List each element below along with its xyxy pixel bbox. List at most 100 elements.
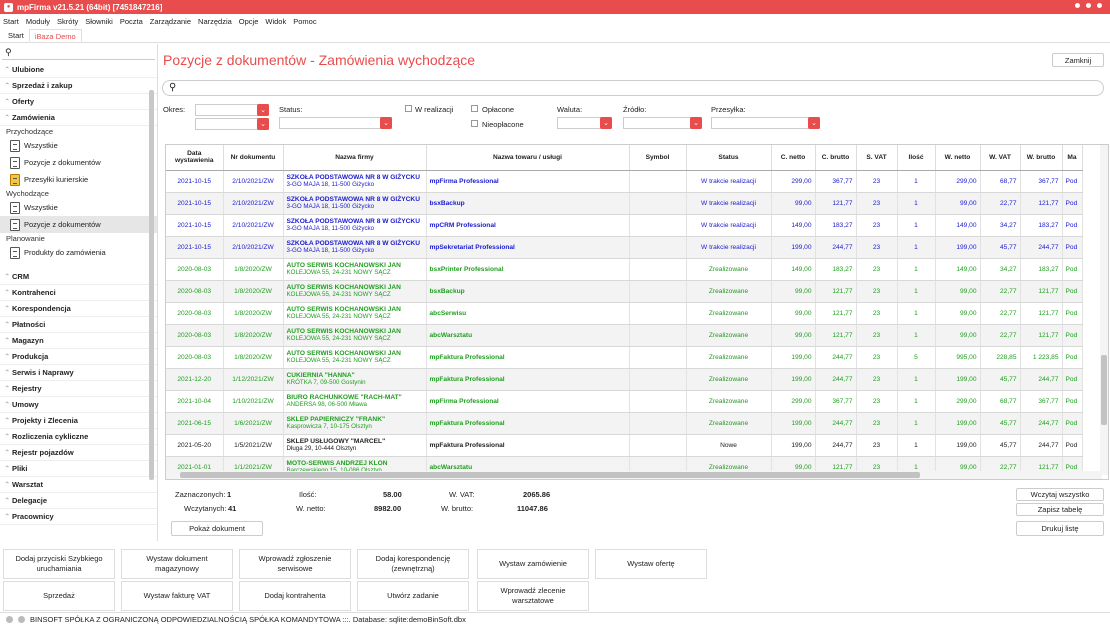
menu-zarzadzanie[interactable]: Zarządzanie [150,17,191,26]
table-row[interactable]: 2021-10-15 2/10/2021/ZW SZKOŁA PODSTAWOWA … [166,192,1083,215]
table-row[interactable]: 2021-05-20 1/5/2021/ZW SKLEP USŁUGOWY "MAR… [166,434,1083,457]
table-horizontal-scrollbar[interactable] [166,471,1102,479]
table-row[interactable]: 2021-12-20 1/12/2021/ZW CUKIERNIA "HANNA" K… [166,368,1083,391]
wczytaj-wszystko-button[interactable]: Wczytaj wszystko [1016,488,1104,501]
table-row[interactable]: 2021-10-15 2/10/2021/ZW SZKOŁA PODSTAWOWA … [166,214,1083,237]
przesylka-select[interactable]: ⌄ [711,117,820,129]
column-header[interactable]: Status [686,145,772,171]
window-dot-icon[interactable] [1097,3,1102,8]
table-row[interactable]: 2020-08-03 1/8/2020/ZW AUTO SERWIS KOCHANO… [166,302,1083,325]
column-header[interactable]: C. brutto [815,145,857,171]
sidebar-item[interactable]: Pozycje z dokumentów [0,216,157,233]
sidebar-section-4[interactable]: ⌃ CRM [0,269,157,285]
drukuj-liste-button[interactable]: Drukuj listę [1016,521,1104,536]
tab-start[interactable]: Start [3,29,29,42]
table-row[interactable]: 2021-10-15 2/10/2021/ZW SZKOŁA PODSTAWOWA … [166,236,1083,259]
menu-pomoc[interactable]: Pomoc [293,17,316,26]
sidebar-section-8[interactable]: ⌃ Magazyn [0,333,157,349]
column-header[interactable]: W. VAT [980,145,1021,171]
close-button[interactable]: Zamknij [1052,53,1104,67]
sidebar-section-11[interactable]: ⌃ Rejestry [0,381,157,397]
sidebar-section-12[interactable]: ⌃ Umowy [0,397,157,413]
column-header[interactable]: Nazwa firmy [283,145,427,171]
menu-skroty[interactable]: Skróty [57,17,78,26]
column-header[interactable]: W. brutto [1020,145,1063,171]
table-row[interactable]: 2020-08-03 1/8/2020/ZW AUTO SERWIS KOCHANO… [166,324,1083,347]
menu-poczta[interactable]: Poczta [120,17,143,26]
sidebar-section-label: Korespondencja [12,304,71,313]
sidebar-section-2[interactable]: ⌃ Oferty [0,94,157,110]
quick-workshop-order-button[interactable]: Wprowadź zlecenie warsztatowe [477,581,589,611]
menu-narzedzia[interactable]: Narzędzia [198,17,232,26]
sidebar-section-7[interactable]: ⌃ Płatności [0,317,157,333]
sidebar-section-19[interactable]: ⌃ Pracownicy [0,509,157,525]
sidebar-section-13[interactable]: ⌃ Projekty i Zlecenia [0,413,157,429]
table-row[interactable]: 2021-10-04 1/10/2021/ZW BIURO RACHUNKOWE "… [166,390,1083,413]
column-header[interactable]: Ma [1062,145,1083,171]
sidebar-item[interactable]: Wszystkie [0,137,157,154]
sidebar-section-1[interactable]: ⌃ Sprzedaż i zakup [0,78,157,94]
menu-moduly[interactable]: Moduły [26,17,50,26]
search-input[interactable]: ⚲ [162,80,1104,96]
menu-slowniki[interactable]: Słowniki [85,17,113,26]
oplacone-checkbox[interactable] [471,105,478,112]
table-row[interactable]: 2021-10-15 2/10/2021/ZW SZKOŁA PODSTAWOWA … [166,170,1083,193]
quick-order-button[interactable]: Wystaw zamówienie [477,549,589,579]
menu-start[interactable]: Start [3,17,19,26]
window-controls[interactable] [1075,3,1102,8]
sidebar-section-6[interactable]: ⌃ Korespondencja [0,301,157,317]
window-dot-icon[interactable] [1075,3,1080,8]
sidebar-section-3[interactable]: ⌃ Zamówienia [0,110,157,126]
nieoplacone-checkbox[interactable] [471,120,478,127]
sidebar-section-0[interactable]: ⌃ Ulubione [0,62,157,78]
quick-add-contractor-button[interactable]: Dodaj kontrahenta [239,581,351,611]
sidebar-section-15[interactable]: ⌃ Rejestr pojazdów [0,445,157,461]
table-row[interactable]: 2020-08-03 1/8/2020/ZW AUTO SERWIS KOCHANO… [166,346,1083,369]
quick-add-shortcuts-button[interactable]: Dodaj przyciski Szybkiego uruchamiania [3,549,115,579]
sidebar-search-input[interactable]: ⚲ [2,46,155,60]
column-header[interactable]: Nazwa towaru / usługi [426,145,630,171]
column-header[interactable]: Data wystawienia [166,145,224,171]
column-header[interactable]: Symbol [629,145,687,171]
quick-task-button[interactable]: Utwórz zadanie [357,581,469,611]
quick-offer-button[interactable]: Wystaw ofertę [595,549,707,579]
sidebar-item[interactable]: Produkty do zamówienia [0,244,157,261]
w-realizacji-checkbox[interactable] [405,105,412,112]
column-header[interactable]: Nr dokumentu [223,145,284,171]
sidebar-section-17[interactable]: ⌃ Warsztat [0,477,157,493]
table-vertical-scrollbar[interactable] [1100,145,1108,475]
column-header[interactable]: Ilość [897,145,936,171]
okres-from-select[interactable]: ⌄ [195,104,269,116]
quick-warehouse-doc-button[interactable]: Wystaw dokument magazynowy [121,549,233,579]
sidebar-scrollbar[interactable] [149,90,154,480]
quick-service-request-button[interactable]: Wprowadź zgłoszenie serwisowe [239,549,351,579]
tab-ibaza-demo[interactable]: iBaza Demo [28,29,82,42]
column-header[interactable]: C. netto [771,145,816,171]
menu-opcje[interactable]: Opcje [239,17,259,26]
sidebar-section-18[interactable]: ⌃ Delegacje [0,493,157,509]
sidebar-section-16[interactable]: ⌃ Pliki [0,461,157,477]
table-row[interactable]: 2021-06-15 1/6/2021/ZW SKLEP PAPIERNICZY "… [166,412,1083,435]
waluta-select[interactable]: ⌄ [557,117,612,129]
quick-correspondence-button[interactable]: Dodaj korespondencję (zewnętrzną) [357,549,469,579]
zrodlo-select[interactable]: ⌄ [623,117,702,129]
zapisz-tabele-button[interactable]: Zapisz tabelę [1016,503,1104,516]
quick-sale-button[interactable]: Sprzedaż [3,581,115,611]
table-row[interactable]: 2020-08-03 1/8/2020/ZW AUTO SERWIS KOCHANO… [166,258,1083,281]
status-select[interactable]: ⌄ [279,117,392,129]
sidebar-item[interactable]: Pozycje z dokumentów [0,154,157,171]
sidebar-item[interactable]: Wszystkie [0,199,157,216]
column-header[interactable]: S. VAT [856,145,898,171]
pokaz-dokument-button[interactable]: Pokaż dokument [171,521,263,536]
sidebar-section-9[interactable]: ⌃ Produkcja [0,349,157,365]
menu-widok[interactable]: Widok [265,17,286,26]
sidebar-section-10[interactable]: ⌃ Serwis i Naprawy [0,365,157,381]
sidebar-item[interactable]: Przesyłki kurierskie [0,171,157,188]
column-header[interactable]: W. netto [935,145,981,171]
window-dot-icon[interactable] [1086,3,1091,8]
table-row[interactable]: 2020-08-03 1/8/2020/ZW AUTO SERWIS KOCHANO… [166,280,1083,303]
sidebar-section-14[interactable]: ⌃ Rozliczenia cykliczne [0,429,157,445]
sidebar-section-5[interactable]: ⌃ Kontrahenci [0,285,157,301]
okres-to-select[interactable]: ⌄ [195,118,269,130]
quick-invoice-button[interactable]: Wystaw fakturę VAT [121,581,233,611]
